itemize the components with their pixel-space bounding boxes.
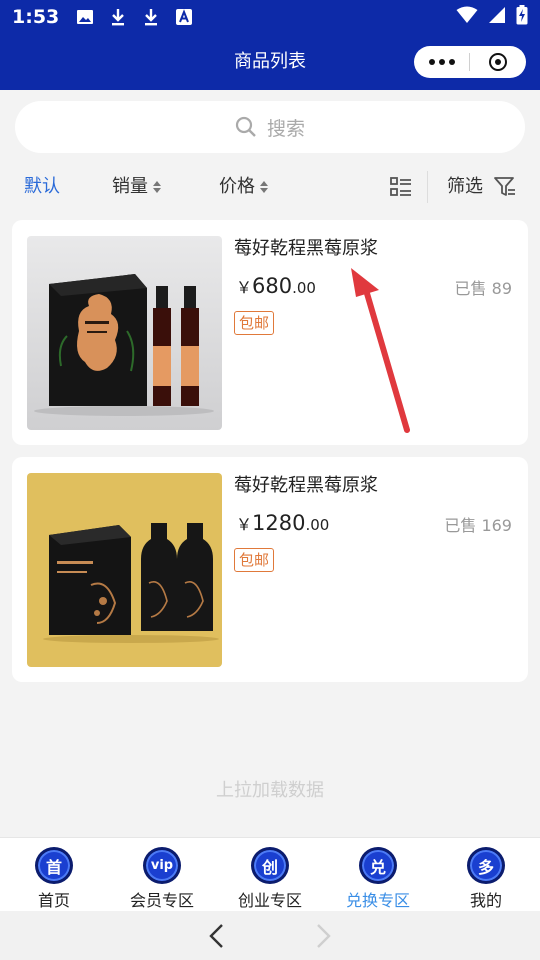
profile-icon: 多 xyxy=(467,847,505,884)
tab-label: 创业专区 xyxy=(237,891,302,910)
tab-exchange[interactable]: 兑 兑换专区 xyxy=(324,838,432,911)
tab-mine[interactable]: 多 我的 xyxy=(432,838,540,911)
tab-bar: 首 首页 vip 会员专区 创 创业专区 兑 兑换专区 多 我的 xyxy=(0,837,540,911)
tab-label: 首页 xyxy=(37,891,70,910)
exchange-icon: 兑 xyxy=(359,847,397,884)
startup-icon: 创 xyxy=(251,847,289,884)
tab-label: 兑换专区 xyxy=(345,891,410,910)
system-nav-bar xyxy=(0,911,540,960)
tab-label: 会员专区 xyxy=(129,891,194,910)
tab-home[interactable]: 首 首页 xyxy=(0,838,108,911)
tab-startup[interactable]: 创 创业专区 xyxy=(216,838,324,911)
forward-icon[interactable] xyxy=(312,923,334,949)
tab-label: 我的 xyxy=(469,891,502,910)
tab-vip[interactable]: vip 会员专区 xyxy=(108,838,216,911)
back-icon[interactable] xyxy=(206,923,228,949)
home-icon: 首 xyxy=(35,847,73,884)
vip-icon: vip xyxy=(143,847,181,884)
annotation-arrow xyxy=(351,268,410,433)
